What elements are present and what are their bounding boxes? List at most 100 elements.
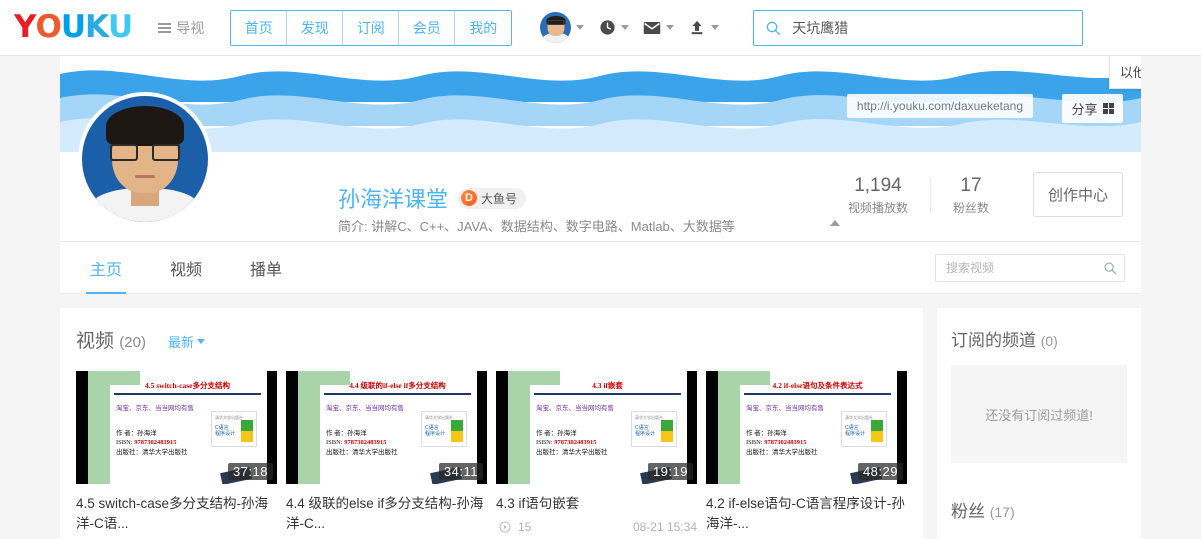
slide-author: 作 者：孙海洋 [746, 430, 787, 437]
chevron-down-icon [576, 25, 585, 30]
tab-videos[interactable]: 视频 [152, 242, 220, 294]
video-views-wrap: 15 [496, 518, 531, 536]
guide-menu[interactable]: 导视 [158, 18, 204, 38]
channel-name[interactable]: 孙海洋课堂 [338, 182, 448, 214]
share-label: 分享 [1071, 102, 1098, 117]
video-meta: 15 08-21 15:34 [496, 518, 697, 536]
tab-home[interactable]: 主页 [72, 242, 140, 294]
video-search[interactable] [935, 254, 1125, 282]
video-thumbnail[interactable]: 4.3 if嵌套 淘宝、京东、当当网均有售 作 者：孙海洋 ISBN: 9787… [496, 371, 697, 484]
video-grid: 4.5 switch-case多分支结构 淘宝、京东、当当网均有售 作 者：孙海… [76, 371, 907, 539]
video-title[interactable]: 4.4 级联的else if多分支结构-孙海洋-C... [286, 494, 487, 535]
history-clock-icon [598, 19, 616, 37]
search-icon [764, 19, 782, 37]
slide-title: 4.2 if-else语句及条件表达式 [772, 381, 863, 390]
videos-column: 视频 (20) 最新 4.5 switch-case多分支结构 淘宝、京东、当当… [60, 308, 923, 539]
youku-logo[interactable]: Y O U K U [14, 9, 133, 45]
book-cover-image: 清华大学出版社 C语言 程序设计 [841, 411, 887, 447]
video-views: 15 [518, 520, 532, 535]
channel-url[interactable]: http://i.youku.com/daxueketang [846, 94, 1033, 118]
header-user-tools [540, 12, 720, 43]
stat-fans: 17 粉丝数 [931, 173, 1011, 216]
video-thumbnail[interactable]: 4.2 if-else语句及条件表达式 淘宝、京东、当当网均有售 作 者：孙海洋… [706, 371, 907, 484]
slide-isbn-label: ISBN: [326, 439, 343, 447]
slide-title: 4.5 switch-case多分支结构 [145, 381, 230, 390]
main-nav: 首页 发现 订阅 会员 我的 [230, 9, 513, 46]
slide-isbn: 9787302483915 [344, 439, 387, 447]
slide-sell: 淘宝、京东、当当网均有售 [746, 405, 824, 412]
video-card[interactable]: 4.4 级联的if-else if多分支结构 淘宝、京东、当当网均有售 作 者：… [286, 371, 487, 539]
slide-author: 作 者：孙海洋 [536, 430, 577, 437]
dayu-icon: D [461, 190, 478, 206]
video-title[interactable]: 4.5 switch-case多分支结构-孙海洋-C语... [76, 494, 277, 535]
nav-item-vip[interactable]: 会员 [399, 10, 456, 45]
videos-title-wrap: 视频 (20) [76, 326, 146, 353]
video-title[interactable]: 4.2 if-else语句-C语言程序设计-孙海洋-... [706, 494, 907, 535]
logo-letter: Y [14, 9, 36, 45]
chevron-down-icon [711, 25, 720, 30]
channel-description: 简介: 讲解C、C++、JAVA、数据结构、数字电路、Matlab、大数据等 [338, 219, 735, 234]
slide-isbn-label: ISBN: [116, 439, 133, 447]
chevron-down-icon [621, 25, 630, 30]
stat-plays-value: 1,194 [854, 175, 902, 197]
fans-count: (17) [989, 504, 1015, 520]
video-thumbnail[interactable]: 4.5 switch-case多分支结构 淘宝、京东、当当网均有售 作 者：孙海… [76, 371, 277, 484]
nav-item-subscriptions[interactable]: 订阅 [343, 10, 400, 45]
avatar [540, 12, 572, 43]
slide-isbn: 9787302483915 [134, 439, 177, 447]
channel-banner: http://i.youku.com/daxueketang 分享 以他人视 [60, 56, 1141, 152]
slide-isbn-label: ISBN: [536, 439, 553, 447]
visitor-view-tooltip: 以他人视 [1108, 56, 1141, 89]
profile-avatar[interactable] [78, 92, 212, 226]
slide-press: 出版社：清华大学出版社 [746, 448, 818, 456]
logo-letter: O [35, 9, 61, 45]
slide-press: 出版社：清华大学出版社 [326, 448, 398, 456]
tab-playlists[interactable]: 播单 [232, 242, 300, 294]
video-duration: 34:11 [438, 463, 483, 480]
chevron-down-icon [666, 25, 675, 30]
upload-menu[interactable] [688, 19, 720, 37]
book-cover-image: 清华大学出版社 C语言 程序设计 [211, 411, 257, 447]
video-duration: 48:29 [857, 463, 903, 480]
logo-letter: U [60, 9, 86, 45]
messages-menu[interactable] [643, 19, 675, 37]
history-menu[interactable] [598, 19, 630, 37]
stat-plays-label: 视频播放数 [847, 200, 908, 215]
qrcode-icon [1102, 102, 1114, 115]
videos-count: (20) [119, 334, 146, 351]
nav-item-discover[interactable]: 发现 [287, 10, 344, 45]
sort-label: 最新 [167, 335, 194, 350]
video-card[interactable]: 4.3 if嵌套 淘宝、京东、当当网均有售 作 者：孙海洋 ISBN: 9787… [496, 371, 697, 539]
slide-sell: 淘宝、京东、当当网均有售 [536, 405, 614, 412]
subscriptions-count: (0) [1040, 333, 1058, 349]
videos-section-header: 视频 (20) 最新 [76, 326, 907, 353]
search-input[interactable] [790, 18, 1073, 37]
nav-item-home[interactable]: 首页 [231, 10, 288, 45]
hamburger-icon [158, 22, 172, 33]
share-button[interactable]: 分享 [1062, 94, 1123, 123]
user-avatar-menu[interactable] [540, 12, 585, 43]
slide-press: 出版社：清华大学出版社 [116, 448, 188, 456]
chevron-up-icon[interactable] [830, 220, 840, 226]
profile-stats: 1,194 视频播放数 17 粉丝数 创作中心 [826, 172, 1123, 217]
fans-title: 粉丝 [951, 502, 985, 521]
slide-sell: 淘宝、京东、当当网均有售 [116, 405, 194, 412]
video-title[interactable]: 4.3 if语句嵌套 [496, 494, 697, 514]
nav-item-mine[interactable]: 我的 [455, 10, 512, 45]
video-search-input[interactable] [944, 260, 1103, 276]
global-search[interactable] [753, 9, 1084, 46]
channel-page: http://i.youku.com/daxueketang 分享 以他人视 孙… [60, 56, 1141, 539]
profile-name-row: 孙海洋课堂 D 大鱼号 [338, 182, 527, 214]
stat-fans-label: 粉丝数 [952, 200, 989, 215]
play-circle-icon [496, 518, 514, 536]
video-card[interactable]: 4.5 switch-case多分支结构 淘宝、京东、当当网均有售 作 者：孙海… [76, 371, 277, 539]
sort-dropdown[interactable]: 最新 [168, 332, 205, 351]
logo-letter: U [108, 9, 133, 45]
video-card[interactable]: 4.2 if-else语句及条件表达式 淘宝、京东、当当网均有售 作 者：孙海洋… [706, 371, 907, 539]
subscriptions-title: 订阅的频道 [951, 331, 1036, 350]
top-header: Y O U K U 导视 首页 发现 订阅 会员 我的 [0, 0, 1201, 56]
book-cover-image: 清华大学出版社 C语言 程序设计 [631, 411, 677, 447]
book-cover-image: 清华大学出版社 C语言 程序设计 [421, 411, 467, 447]
creator-center-button[interactable]: 创作中心 [1032, 172, 1123, 217]
video-thumbnail[interactable]: 4.4 级联的if-else if多分支结构 淘宝、京东、当当网均有售 作 者：… [286, 371, 487, 484]
